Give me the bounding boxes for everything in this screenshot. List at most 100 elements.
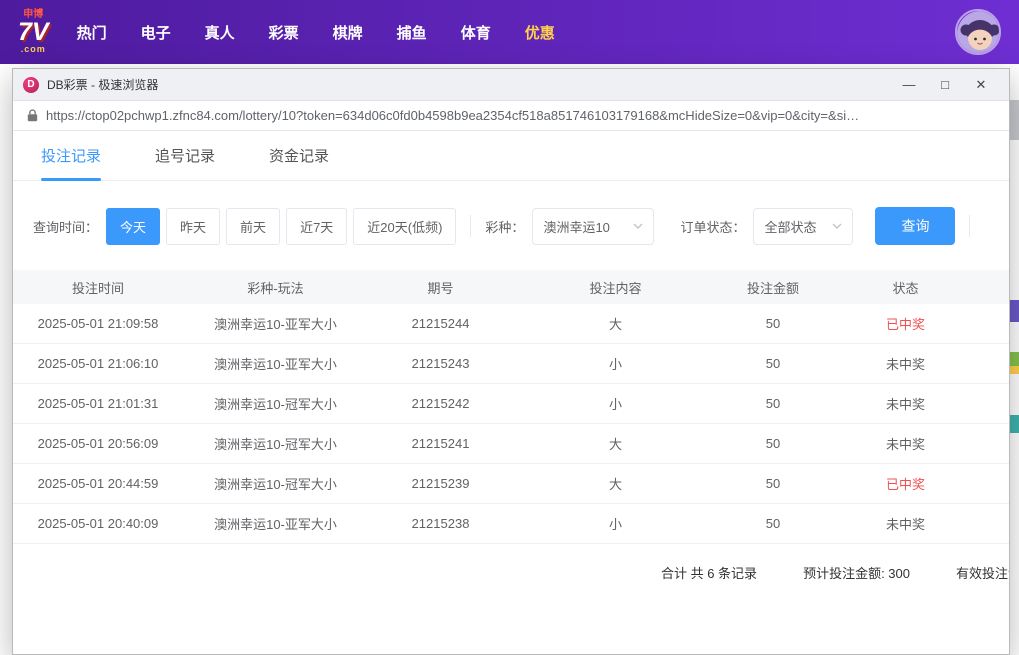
window-controls: — □ ✕	[891, 72, 999, 98]
header-issue-number: 期号	[427, 280, 454, 296]
nav-item-sports[interactable]: 体育	[459, 16, 493, 49]
cell-game-play: 澳洲幸运10-冠军大小	[214, 437, 337, 452]
lottery-select-value: 澳洲幸运10	[543, 219, 610, 235]
page-content: 投注记录 追号记录 资金记录 查询时间： 今天 昨天 前天 近7天 近20天(低…	[13, 131, 1009, 654]
status-badge: 未中奖	[885, 397, 925, 412]
chevron-down-icon	[633, 223, 643, 229]
search-button[interactable]: 查询	[875, 207, 956, 245]
nav-item-board-games[interactable]: 棋牌	[331, 16, 365, 49]
cell-bet-content: 大	[608, 477, 622, 492]
url-text[interactable]: https://ctop02pchwp1.zfnc84.com/lottery/…	[46, 108, 859, 123]
nav-item-fishing[interactable]: 捕鱼	[395, 16, 429, 49]
cell-bet-content: 大	[608, 437, 622, 452]
cell-issue-number: 21215238	[411, 516, 470, 531]
status-badge: 未中奖	[885, 517, 925, 532]
table-row: 2025-05-01 20:44:59 澳洲幸运10-冠军大小 21215239…	[13, 464, 1009, 504]
cell-issue-number: 21215242	[411, 396, 470, 411]
summary-valid-amount: 有效投注金	[955, 566, 1009, 581]
header-bet-amount: 投注金额	[746, 280, 799, 296]
window-title: DB彩票 - 极速浏览器	[47, 78, 159, 92]
lottery-select[interactable]: 澳洲幸运10	[532, 207, 655, 245]
header-bet-content: 投注内容	[589, 280, 642, 296]
cell-bet-time: 2025-05-01 21:06:10	[37, 356, 159, 371]
time-option-day-before[interactable]: 前天	[226, 207, 281, 245]
cell-bet-content: 小	[608, 397, 622, 412]
cell-bet-content: 大	[608, 317, 622, 332]
header-status: 状态	[892, 280, 919, 296]
filter-divider	[969, 215, 971, 237]
cell-bet-content: 小	[608, 357, 622, 372]
nav-item-live-casino[interactable]: 真人	[203, 16, 237, 49]
cell-bet-time: 2025-05-01 20:40:09	[37, 516, 159, 531]
tab-chase-records[interactable]: 追号记录	[155, 131, 215, 180]
cell-bet-amount: 50	[765, 316, 781, 331]
maximize-button[interactable]: □	[927, 72, 963, 98]
background-page-fragment	[1010, 366, 1019, 374]
time-option-yesterday[interactable]: 昨天	[166, 207, 221, 245]
nav-item-promotions[interactable]: 优惠	[523, 16, 557, 49]
time-option-last-20-days[interactable]: 近20天(低频)	[353, 207, 457, 245]
cell-game-play: 澳洲幸运10-亚军大小	[214, 317, 337, 332]
cell-bet-amount: 50	[765, 396, 781, 411]
browser-window: D DB彩票 - 极速浏览器 — □ ✕ https://ctop02pchwp…	[12, 68, 1010, 655]
time-range-group: 今天 昨天 前天 近7天 近20天(低频)	[106, 207, 457, 245]
lottery-type-label: 彩种：	[485, 219, 525, 235]
cell-bet-time: 2025-05-01 21:01:31	[37, 396, 159, 411]
order-status-select[interactable]: 全部状态	[753, 207, 854, 245]
cell-game-play: 澳洲幸运10-亚军大小	[214, 357, 337, 372]
status-badge: 已中奖	[885, 317, 925, 332]
close-button[interactable]: ✕	[963, 72, 999, 98]
logo-main-text: 7V	[18, 18, 49, 46]
cell-bet-amount: 50	[765, 476, 781, 491]
tab-funds-records[interactable]: 资金记录	[269, 131, 329, 180]
background-page-fragment	[1010, 300, 1019, 322]
cell-bet-amount: 50	[765, 516, 781, 531]
minimize-button[interactable]: —	[891, 72, 927, 98]
nav-item-hot[interactable]: 热门	[75, 16, 109, 49]
cell-bet-time: 2025-05-01 20:56:09	[37, 436, 159, 451]
avatar-image	[957, 11, 999, 53]
cell-bet-amount: 50	[765, 356, 781, 371]
cell-game-play: 澳洲幸运10-冠军大小	[214, 477, 337, 492]
table-row: 2025-05-01 20:56:09 澳洲幸运10-冠军大小 21215241…	[13, 424, 1009, 464]
background-page-fragment	[1010, 100, 1019, 140]
cell-bet-amount: 50	[765, 436, 781, 451]
logo-sub-text: .com	[20, 44, 46, 54]
time-option-today[interactable]: 今天	[106, 207, 161, 245]
cell-bet-time: 2025-05-01 21:09:58	[37, 316, 159, 331]
user-avatar[interactable]	[955, 9, 1001, 55]
bet-records-table: 投注时间 彩种-玩法 期号 投注内容 投注金额 状态 2025-05-01 21…	[13, 270, 1009, 544]
header-game-play: 彩种-玩法	[247, 280, 304, 296]
cell-issue-number: 21215239	[411, 476, 470, 491]
cell-issue-number: 21215241	[411, 436, 470, 451]
status-badge: 未中奖	[885, 357, 925, 372]
table-row: 2025-05-01 21:09:58 澳洲幸运10-亚军大小 21215244…	[13, 304, 1009, 344]
nav-item-slots[interactable]: 电子	[139, 16, 173, 49]
table-row: 2025-05-01 20:40:09 澳洲幸运10-亚军大小 21215238…	[13, 504, 1009, 544]
record-tabs: 投注记录 追号记录 资金记录	[13, 131, 1009, 181]
summary-total-records: 合计 共 6 条记录	[660, 566, 758, 581]
browser-favicon-icon: D	[23, 76, 39, 93]
order-status-label: 订单状态：	[680, 219, 746, 235]
table-header: 投注时间 彩种-玩法 期号 投注内容 投注金额 状态	[13, 270, 1009, 304]
time-option-last-7-days[interactable]: 近7天	[286, 207, 348, 245]
site-logo[interactable]: 申博 7V .com	[18, 10, 49, 54]
table-row: 2025-05-01 21:06:10 澳洲幸运10-亚军大小 21215243…	[13, 344, 1009, 384]
cell-bet-time: 2025-05-01 20:44:59	[37, 476, 159, 491]
cell-game-play: 澳洲幸运10-冠军大小	[214, 397, 337, 412]
header-bet-time: 投注时间	[71, 280, 124, 296]
cell-bet-content: 小	[608, 517, 622, 532]
main-nav: 热门 电子 真人 彩票 棋牌 捕鱼 体育 优惠	[75, 16, 557, 49]
status-badge: 未中奖	[885, 437, 925, 452]
lock-icon	[27, 109, 38, 122]
tab-bet-records[interactable]: 投注记录	[41, 131, 102, 181]
cell-issue-number: 21215243	[411, 356, 470, 371]
filter-bar: 查询时间： 今天 昨天 前天 近7天 近20天(低频) 彩种： 澳洲幸运10 订…	[13, 207, 1009, 245]
nav-item-lottery[interactable]: 彩票	[267, 16, 301, 49]
background-page-fragment	[1010, 415, 1019, 433]
query-time-label: 查询时间：	[33, 219, 99, 235]
window-titlebar[interactable]: D DB彩票 - 极速浏览器 — □ ✕	[13, 69, 1009, 101]
url-bar[interactable]: https://ctop02pchwp1.zfnc84.com/lottery/…	[13, 101, 1009, 131]
filter-divider	[470, 215, 472, 237]
site-topbar: 申博 7V .com 热门 电子 真人 彩票 棋牌 捕鱼 体育 优惠	[0, 0, 1019, 64]
